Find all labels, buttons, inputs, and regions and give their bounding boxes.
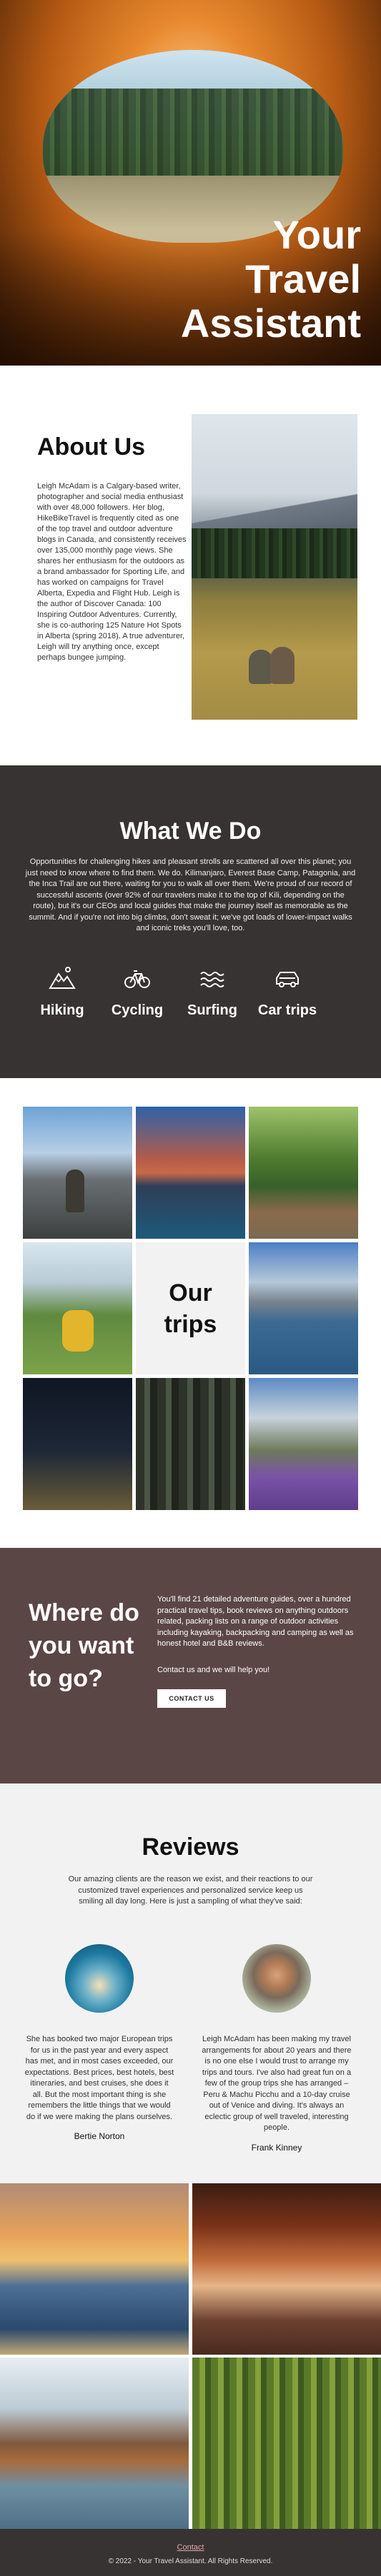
activity-label: Cycling [111, 1002, 164, 1018]
footer-contact-link[interactable]: Contact [0, 2543, 381, 2552]
trips-title: Our trips [164, 1279, 217, 1338]
gallery-photo-rock-arch [192, 2183, 381, 2355]
avatar [242, 1944, 311, 2013]
activity-label: Surfing [187, 1002, 237, 1018]
activity-cycling: Cycling [98, 964, 177, 1019]
review-author: Frank Kinney [251, 2142, 302, 2153]
review-card: She has booked two major European trips … [24, 1944, 174, 2141]
hero-title: Your Travel Assistant [180, 212, 361, 346]
gallery-photo-sunset-beach [0, 2183, 189, 2355]
review-card: Leigh McAdam has been making my travel a… [202, 1944, 352, 2153]
activity-surfing: Surfing [173, 964, 252, 1019]
about-body: Leigh McAdam is a Calgary-based writer, … [37, 482, 187, 662]
trip-photo-wildflowers [249, 1378, 358, 1510]
activity-hiking: Hiking [23, 964, 102, 1019]
what-we-do-title: What We Do [119, 817, 262, 845]
avatar [65, 1944, 134, 2013]
review-author: Bertie Norton [74, 2131, 125, 2141]
gallery-section [0, 2183, 381, 2529]
where-body: You'll find 21 detailed adventure guides… [157, 1595, 354, 1648]
trip-photo-forest-boardwalk [249, 1107, 358, 1239]
activity-car-trips: Car trips [248, 964, 327, 1019]
what-we-do-section: What We Do Opportunities for challenging… [0, 765, 381, 1078]
about-section: About Us Leigh McAdam is a Calgary-based… [0, 366, 381, 765]
trip-photo-glacier-lake [249, 1242, 358, 1374]
bicycle-icon [124, 970, 150, 988]
what-we-do-body: Opportunities for challenging hikes and … [25, 857, 356, 932]
gallery-photo-lakeside-village [0, 2358, 189, 2529]
reviews-section: Reviews Our amazing clients are the reas… [0, 1783, 381, 2183]
trip-photo-backpacker [23, 1242, 132, 1374]
activity-label: Hiking [40, 1002, 84, 1018]
where-title: Where do you want to go? [29, 1599, 139, 1692]
trips-title-tile: Our trips [136, 1242, 245, 1374]
mountain-hiking-icon [49, 967, 76, 989]
trip-photo-night-sky [23, 1378, 132, 1510]
footer-copyright: © 2022 - Your Travel Assistant. All Righ… [108, 2557, 273, 2565]
activities-list: Hiking Cycling Surfing Car trips [29, 964, 352, 1028]
review-text: Leigh McAdam has been making my travel a… [202, 2035, 352, 2132]
trip-photo-mountain-hiker [23, 1107, 132, 1239]
review-text: She has booked two major European trips … [24, 2035, 174, 2121]
where-section: Where do you want to go? You'll find 21 … [0, 1548, 381, 1783]
waves-icon [200, 972, 224, 987]
trips-section: Our trips [0, 1078, 381, 1548]
trip-photo-mountain-lake [136, 1107, 245, 1239]
where-help-text: Contact us and we will help you! [157, 1666, 270, 1674]
car-icon [276, 972, 299, 987]
hero-section: Your Travel Assistant [0, 0, 381, 366]
reviews-intro: Our amazing clients are the reason we ex… [68, 1875, 313, 1906]
trip-photo-forest-tent [136, 1378, 245, 1510]
about-title: About Us [37, 433, 146, 461]
contact-us-button[interactable]: CONTACT US [157, 1689, 226, 1708]
about-couple-image [192, 414, 357, 720]
activity-label: Car trips [257, 1002, 317, 1018]
reviews-title: Reviews [142, 1833, 239, 1861]
gallery-photo-forest-path [192, 2358, 381, 2529]
footer: Contact © 2022 - Your Travel Assistant. … [0, 2529, 381, 2576]
